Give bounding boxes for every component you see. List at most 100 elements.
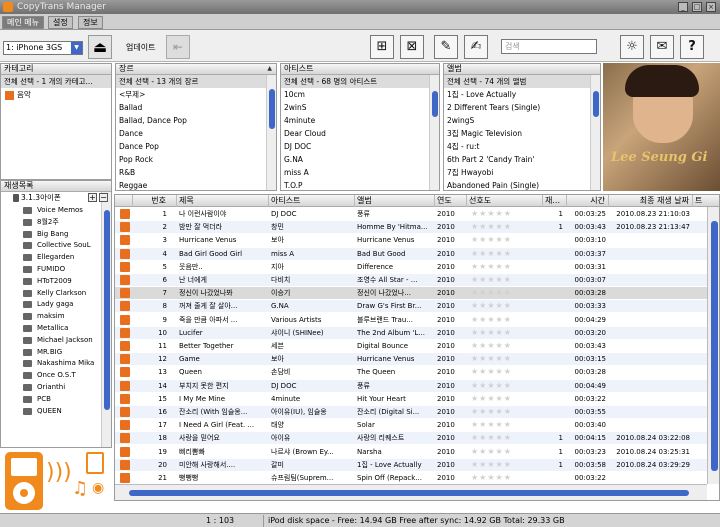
help-button[interactable]: ? xyxy=(680,35,704,59)
album-scrollbar[interactable] xyxy=(590,75,600,190)
playlist-item[interactable]: 8월2주 xyxy=(1,216,111,228)
playlist-item[interactable]: Lady gaga xyxy=(1,298,111,310)
genre-scrollbar[interactable] xyxy=(266,75,276,190)
genre-item[interactable]: <무제> xyxy=(116,88,276,101)
rating-stars[interactable]: ★★★★★ xyxy=(471,419,541,431)
playlist-item[interactable]: Kelly Clarkson xyxy=(1,287,111,299)
eject-button[interactable]: ⏏ xyxy=(88,35,112,59)
minimize-icon[interactable]: _ xyxy=(678,2,688,12)
column-track[interactable]: 트 xyxy=(693,195,719,207)
rating-stars[interactable]: ★★★★★ xyxy=(471,432,541,444)
album-item[interactable]: 전체 선택 - 74 개의 앨범 xyxy=(444,75,600,88)
playlist-item[interactable]: Michael Jackson xyxy=(1,334,111,346)
rating-stars[interactable]: ★★★★★ xyxy=(471,459,541,471)
scrollbar-thumb[interactable] xyxy=(104,210,110,410)
category-item[interactable]: 전체 선택 - 1 개의 카테고... xyxy=(1,75,111,88)
table-row[interactable]: 16 잔소리 (With 임슬옹... 아이유(IU), 임슬옹 잔소리 (Digit… xyxy=(115,406,707,418)
playlist-item[interactable]: FUMIDO xyxy=(1,263,111,275)
tab-settings[interactable]: 설정 xyxy=(48,16,73,29)
table-row[interactable]: 7 정신이 나갔었나봐 이승기 정신이 나갔었나... 2010 00:03:28 ★★★★… xyxy=(115,287,707,300)
rating-stars[interactable]: ★★★★★ xyxy=(471,248,541,260)
device-select[interactable]: 1: iPhone 3GS ▼ xyxy=(3,41,83,55)
table-row[interactable]: 5 웃음만.. 지아 Difference 2010 00:03:31 ★★★★★ xyxy=(115,261,707,273)
artist-scrollbar[interactable] xyxy=(429,75,439,190)
tracks-horizontal-scrollbar[interactable] xyxy=(115,484,707,500)
rating-stars[interactable]: ★★★★★ xyxy=(471,393,541,405)
album-item[interactable]: 2wingS xyxy=(444,114,600,127)
artist-item[interactable]: Dear Cloud xyxy=(281,127,439,140)
table-row[interactable]: 3 Hurricane Venus 보아 Hurricane Venus 2010 00:… xyxy=(115,234,707,246)
playlist-item[interactable]: QUEEN xyxy=(1,405,111,417)
category-header[interactable]: 카테고리 xyxy=(1,64,111,75)
artist-item[interactable]: 10cm xyxy=(281,88,439,101)
playlist-item[interactable]: Ellegarden xyxy=(1,251,111,263)
table-row[interactable]: 14 부치지 못한 편지 DJ DOC 풍류 2010 00:04:49 ★★★★★ xyxy=(115,379,707,392)
rating-stars[interactable]: ★★★★★ xyxy=(471,380,541,392)
add-playlist-button[interactable]: + xyxy=(88,193,97,202)
update-button[interactable]: ⇤ xyxy=(166,35,190,59)
album-item[interactable]: 4집 - ru:t xyxy=(444,140,600,153)
table-row[interactable]: 17 I Need A Girl (Feat. ... 태양 Solar 2010 00:… xyxy=(115,419,707,431)
add-tracks-button[interactable]: ⊞ xyxy=(370,35,394,59)
close-icon[interactable]: × xyxy=(706,2,716,12)
table-row[interactable]: 10 Lucifer 샤이니 (SHINee) The 2nd Album 'L...… xyxy=(115,326,707,339)
scrollbar-thumb[interactable] xyxy=(711,221,718,471)
podcast-icon[interactable]: ◉ xyxy=(92,480,104,496)
genre-item[interactable]: Ballad, Dance Pop xyxy=(116,114,276,127)
playlist-item[interactable]: Collective SouL xyxy=(1,239,111,251)
rating-stars[interactable]: ★★★★★ xyxy=(471,327,541,339)
email-button[interactable]: ✉ xyxy=(650,35,674,59)
table-row[interactable]: 18 사랑을 믿어요 아이유 사랑의 리퀘스트 2010 1 00:04:15 2010.08… xyxy=(115,432,707,445)
album-item[interactable]: 6th Part 2 'Candy Train' xyxy=(444,153,600,166)
playlist-item[interactable]: HToT2009 xyxy=(1,275,111,287)
column-album[interactable]: 앨범 xyxy=(355,195,435,207)
album-item[interactable]: 1집 - Love Actually xyxy=(444,88,600,101)
scrollbar-thumb[interactable] xyxy=(269,89,275,129)
playlist-item[interactable]: MR.BIG xyxy=(1,346,111,358)
artist-item[interactable]: 4minute xyxy=(281,114,439,127)
scrollbar-thumb[interactable] xyxy=(129,490,689,496)
album-header[interactable]: 앨범 xyxy=(444,64,600,75)
column-time[interactable]: 시간 xyxy=(567,195,609,207)
artist-item[interactable]: G.NA xyxy=(281,153,439,166)
rating-stars[interactable]: ★★★★★ xyxy=(471,261,541,273)
rating-stars[interactable]: ★★★★★ xyxy=(471,300,541,312)
column-artist[interactable]: 아티스트 xyxy=(269,195,355,207)
delete-tracks-button[interactable]: ⊠ xyxy=(400,35,424,59)
rating-stars[interactable]: ★★★★★ xyxy=(471,366,541,378)
genre-item[interactable]: Dance Pop xyxy=(116,140,276,153)
rating-stars[interactable]: ★★★★★ xyxy=(471,472,541,484)
playlist-item[interactable]: Big Bang xyxy=(1,228,111,240)
chevron-down-icon[interactable]: ▼ xyxy=(71,42,82,54)
column-plays[interactable]: 재... xyxy=(543,195,567,207)
table-row[interactable]: 13 Queen 손담비 The Queen 2010 00:03:28 ★★★★★ xyxy=(115,366,707,378)
scrollbar-thumb[interactable] xyxy=(432,91,438,117)
playlist-item[interactable]: Orianthi xyxy=(1,381,111,393)
genre-header[interactable]: 장르 ▲ xyxy=(116,64,276,75)
music-note-icon[interactable]: ♫ xyxy=(72,478,88,499)
rating-stars[interactable]: ★★★★★ xyxy=(471,406,541,418)
rating-stars[interactable]: ★★★★★ xyxy=(471,340,541,352)
genre-item[interactable]: Pop Rock xyxy=(116,153,276,166)
artist-item[interactable]: 2winS xyxy=(281,101,439,114)
column-icon[interactable] xyxy=(115,195,133,207)
rating-stars[interactable]: ★★★★★ xyxy=(471,353,541,365)
artist-header[interactable]: 아티스트 xyxy=(281,64,439,75)
album-item[interactable]: Abandoned Pain (Single) xyxy=(444,179,600,190)
table-row[interactable]: 19 삐리뽐빠 나르샤 (Brown Ey... Narsha 2010 1 00:03:2… xyxy=(115,446,707,458)
playlist-item[interactable]: PCB xyxy=(1,393,111,405)
tips-button[interactable]: ☼ xyxy=(620,35,644,59)
playlist-item[interactable]: Nakashima Mika xyxy=(1,357,111,369)
rating-stars[interactable]: ★★★★★ xyxy=(471,287,541,299)
playlist-item[interactable]: Voice Memos xyxy=(1,204,111,216)
rating-stars[interactable]: ★★★★★ xyxy=(471,446,541,458)
rating-stars[interactable]: ★★★★★ xyxy=(471,221,541,233)
table-row[interactable]: 1 나 이런사람이야 DJ DOC 풍류 2010 1 00:03:25 2010.08.23… xyxy=(115,208,707,220)
table-row[interactable]: 2 밤만 잘 먹더라 창민 Homme By 'Hitma... 2010 1 00:03:… xyxy=(115,221,707,234)
genre-item[interactable]: Dance xyxy=(116,127,276,140)
artist-item[interactable]: miss A xyxy=(281,166,439,179)
genre-item[interactable]: R&B xyxy=(116,166,276,179)
table-row[interactable]: 15 I My Me Mine 4minute Hit Your Heart 2010 0… xyxy=(115,393,707,405)
video-icon[interactable] xyxy=(86,452,104,474)
tracks-vertical-scrollbar[interactable] xyxy=(707,207,719,484)
